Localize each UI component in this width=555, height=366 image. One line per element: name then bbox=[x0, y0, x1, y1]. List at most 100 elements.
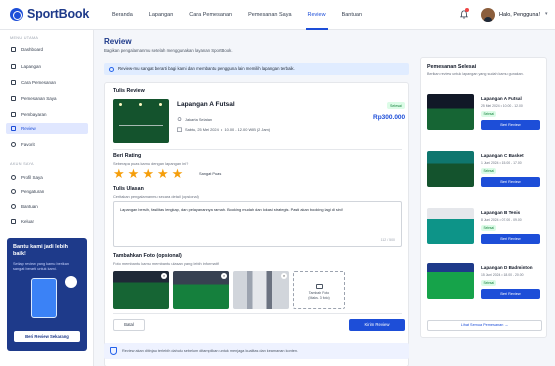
wallet-icon bbox=[11, 112, 16, 117]
sidebar-item-dashboard[interactable]: Dashboard bbox=[6, 44, 88, 55]
panel-subtitle: Berikan review untuk lapangan yang sudah… bbox=[427, 72, 524, 76]
photo-title: Tambahkan Foto (opsional) bbox=[113, 253, 182, 259]
char-counter: 112 / 500 bbox=[380, 237, 395, 242]
main-nav: Beranda Lapangan Cara Pemesanan Pemesana… bbox=[104, 0, 370, 30]
promo-card: Bantu kami jadi lebih baik! Setiap revie… bbox=[7, 238, 87, 351]
sidebar-item-bantuan[interactable]: Bantuan bbox=[6, 201, 88, 212]
review-form-card: Tulis Review Lapangan A Futsal Jakarta S… bbox=[104, 82, 409, 366]
give-review-button[interactable]: Beri Review bbox=[481, 120, 540, 130]
nav-review[interactable]: Review bbox=[300, 0, 334, 30]
nav-beranda[interactable]: Beranda bbox=[104, 0, 141, 30]
field-price: Rp300.000 bbox=[373, 114, 406, 121]
field-photo bbox=[113, 99, 169, 143]
user-icon bbox=[11, 175, 16, 180]
field-location: Jakarta Selatan bbox=[185, 117, 213, 122]
star-icon[interactable]: ★ bbox=[172, 167, 184, 180]
nav-bantuan[interactable]: Bantuan bbox=[334, 0, 371, 30]
sidebar-item-keluar[interactable]: Keluar bbox=[6, 216, 88, 227]
user-greeting[interactable]: Halo, Pengguna! bbox=[499, 12, 540, 18]
phone-illustration bbox=[31, 278, 57, 318]
close-icon[interactable]: × bbox=[221, 273, 227, 279]
star-icon[interactable]: ★ bbox=[142, 167, 154, 180]
promo-title: Bantu kami jadi lebih baik! bbox=[13, 244, 69, 257]
star-icon[interactable]: ★ bbox=[128, 167, 140, 180]
camera-icon bbox=[315, 284, 323, 289]
completed-booking-item: Lapangan D Badminton 15 Juni 2024 • 18.0… bbox=[427, 263, 542, 315]
status-badge: Selesai bbox=[481, 225, 497, 231]
field-schedule: Sabtu, 25 Mei 2024 • 10.00 - 12.00 WIB (… bbox=[185, 127, 271, 132]
uploaded-photo: × bbox=[233, 271, 289, 309]
review-title: Tulis Ulasan bbox=[113, 186, 144, 192]
status-badge: Selesai bbox=[481, 168, 497, 174]
chevron-down-icon[interactable]: ▾ bbox=[545, 11, 548, 17]
grid-icon bbox=[11, 47, 16, 52]
account-section-title: AKUN SAYA bbox=[10, 162, 34, 166]
main-content: Review Bagikan pengalamanmu setelah meng… bbox=[96, 30, 412, 366]
field-icon bbox=[11, 64, 16, 69]
submit-review-button[interactable]: Kirim Review bbox=[349, 319, 405, 331]
divider bbox=[113, 313, 402, 314]
divider bbox=[113, 149, 402, 150]
nav-lapangan[interactable]: Lapangan bbox=[141, 0, 181, 30]
ball-icon bbox=[10, 7, 23, 21]
gear-icon bbox=[11, 189, 16, 194]
sidebar-item-pemesanan-saya[interactable]: Pemesanan Saya bbox=[6, 93, 88, 104]
give-review-button[interactable]: Beri Review bbox=[481, 289, 540, 299]
document-icon bbox=[11, 80, 16, 85]
field-photo bbox=[427, 151, 474, 187]
sidebar-item-favorit[interactable]: Favorit bbox=[6, 139, 88, 150]
notification-dot bbox=[465, 8, 469, 12]
completed-booking-item: Lapangan B Tenis 8 Juni 2024 • 07.00 - 0… bbox=[427, 208, 542, 260]
rating-label: Sangat Puas bbox=[199, 171, 222, 176]
field-photo bbox=[427, 94, 474, 130]
status-badge: Selesai bbox=[481, 111, 497, 117]
help-icon bbox=[11, 204, 16, 209]
rating-title: Beri Rating bbox=[113, 153, 142, 159]
all-bookings-link[interactable]: Lihat Semua Pemesanan → bbox=[427, 320, 542, 331]
sidebar-item-pengaturan[interactable]: Pengaturan bbox=[6, 186, 88, 197]
sidebar-item-profil[interactable]: Profil Saya bbox=[6, 172, 88, 183]
promo-review-button[interactable]: Beri Review Sekarang bbox=[14, 331, 80, 342]
status-badge: Selesai bbox=[387, 102, 405, 109]
calendar-icon bbox=[11, 96, 16, 101]
completed-booking-item: Lapangan C Basket 1 Juni 2024 • 15.00 - … bbox=[427, 151, 542, 203]
give-review-button[interactable]: Beri Review bbox=[481, 177, 540, 187]
cancel-button[interactable]: Batal bbox=[113, 319, 145, 331]
sidebar-item-pembayaran[interactable]: Pembayaran bbox=[6, 109, 88, 120]
info-icon bbox=[109, 66, 114, 72]
star-rating[interactable]: ★ ★ ★ ★ ★ bbox=[113, 167, 183, 180]
page-subtitle: Bagikan pengalamanmu setelah menggunakan… bbox=[104, 48, 233, 53]
sidebar-item-lapangan[interactable]: Lapangan bbox=[6, 61, 88, 72]
add-photo-button[interactable]: Tambah Foto (Maks. 3 foto) bbox=[293, 271, 345, 309]
star-icon[interactable]: ★ bbox=[113, 167, 125, 180]
photo-subtitle: Foto membantu kamu membantu ulasan yang … bbox=[113, 261, 219, 266]
give-review-button[interactable]: Beri Review bbox=[481, 234, 540, 244]
form-title: Tulis Review bbox=[113, 88, 145, 94]
nav-cara-pemesanan[interactable]: Cara Pemesanan bbox=[181, 0, 240, 30]
nav-pemesanan-saya[interactable]: Pemesanan Saya bbox=[240, 0, 299, 30]
uploaded-photo: × bbox=[113, 271, 169, 309]
close-icon[interactable]: × bbox=[281, 273, 287, 279]
avatar[interactable] bbox=[481, 8, 495, 22]
promo-subtitle: Setiap review yang kamu berikan sangat b… bbox=[13, 261, 69, 271]
field-name: Lapangan A Futsal bbox=[177, 101, 235, 108]
calendar-icon bbox=[177, 127, 182, 132]
uploaded-photo: × bbox=[173, 271, 229, 309]
top-bar: SportBook Beranda Lapangan Cara Pemesana… bbox=[0, 0, 555, 30]
menu-section-title: MENU UTAMA bbox=[10, 36, 39, 40]
logo[interactable]: SportBook bbox=[10, 7, 89, 21]
status-badge: Selesai bbox=[481, 280, 497, 286]
review-textarea[interactable]: Lapangan bersih, fasilitas lengkap, dan … bbox=[113, 201, 402, 247]
completed-booking-item: Lapangan A Futsal 25 Mei 2024 • 10.00 - … bbox=[427, 94, 542, 146]
review-subtitle: Ceritakan pengalamanmu secara detail (op… bbox=[113, 194, 199, 199]
star-icon bbox=[11, 126, 16, 131]
star-icon[interactable]: ★ bbox=[157, 167, 169, 180]
sidebar-item-review[interactable]: Review bbox=[6, 123, 88, 134]
page-title: Review bbox=[104, 37, 132, 46]
sidebar-item-cara-pemesanan[interactable]: Cara Pemesanan bbox=[6, 77, 88, 88]
shield-icon bbox=[110, 347, 117, 355]
moderation-note: Review akan ditinjau terlebih dahulu seb… bbox=[104, 343, 409, 359]
info-banner: Review-mu sangat berarti bagi kami dan m… bbox=[104, 63, 409, 75]
close-icon[interactable]: × bbox=[161, 273, 167, 279]
heart-icon bbox=[11, 142, 16, 147]
